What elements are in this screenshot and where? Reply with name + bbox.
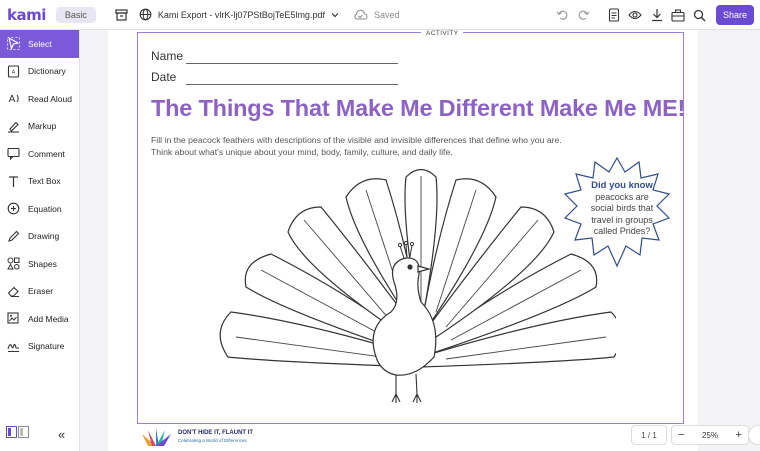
tool-eraser[interactable]: Eraser — [0, 278, 79, 306]
pencil-icon — [6, 229, 20, 243]
redo-icon[interactable] — [575, 7, 591, 23]
kami-logo[interactable]: kami — [7, 6, 46, 24]
fact-heading: Did you know — [591, 180, 653, 191]
zoom-control: − 25% + — [671, 425, 749, 445]
tool-label: Markup — [28, 121, 57, 132]
cursor-icon — [6, 37, 20, 51]
instruction-line-2: Think about what's unique about your min… — [151, 147, 453, 157]
activity-label: ACTIVITY — [421, 30, 464, 37]
archive-icon[interactable] — [114, 7, 130, 23]
document-page: ACTIVITY Name Date The Things That Make … — [108, 30, 698, 451]
brand-footer: DON'T HIDE IT, FLAUNT IT Celebrating a W… — [138, 426, 253, 448]
download-icon[interactable] — [649, 7, 665, 23]
kami-app: kami Basic Kami Export - vlrK-lj07PStBoj… — [0, 0, 760, 451]
tool-add-media[interactable]: Add Media — [0, 305, 79, 333]
zoom-out-button[interactable]: − — [678, 429, 684, 441]
tool-label: Eraser — [28, 286, 54, 297]
signature-icon — [6, 339, 20, 353]
globe-icon[interactable] — [138, 7, 154, 23]
undo-icon[interactable] — [554, 7, 570, 23]
peacock-illustration[interactable] — [216, 162, 616, 412]
collapse-sidebar-icon[interactable]: « — [58, 427, 65, 442]
tool-dictionary[interactable]: A Dictionary — [0, 58, 79, 86]
document-canvas[interactable]: ACTIVITY Name Date The Things That Make … — [80, 30, 760, 451]
tool-label: Signature — [28, 341, 65, 352]
tool-drawing[interactable]: Drawing — [0, 223, 79, 251]
fact-line: travel in groups — [591, 214, 653, 225]
date-label: Date — [151, 70, 177, 84]
zoom-in-button[interactable]: + — [736, 429, 742, 441]
tool-label: Read Aloud — [28, 93, 72, 104]
fact-line: peacocks are — [595, 191, 649, 202]
tool-label: Text Box — [28, 176, 61, 187]
fact-line: called Prides? — [593, 226, 651, 236]
chevron-down-icon[interactable] — [327, 7, 343, 23]
brand-title: DON'T HIDE IT, FLAUNT IT — [178, 430, 254, 436]
text-icon — [6, 174, 20, 188]
tool-equation[interactable]: Equation — [0, 195, 79, 223]
svg-text:A: A — [8, 94, 15, 105]
search-icon[interactable] — [691, 7, 707, 23]
tool-label: Shapes — [28, 258, 57, 269]
plan-badge[interactable]: Basic — [55, 6, 96, 23]
fact-line: social birds that — [590, 203, 654, 213]
tool-label: Drawing — [28, 231, 60, 242]
top-bar: kami Basic Kami Export - vlrK-lj07PStBoj… — [0, 0, 760, 30]
page-heading: The Things That Make Me Different Make M… — [151, 95, 686, 121]
tool-select[interactable]: Select — [0, 30, 79, 58]
tool-shapes[interactable]: Shapes — [0, 250, 79, 278]
tool-label: Add Media — [28, 313, 69, 324]
name-label: Name — [151, 49, 184, 63]
share-button[interactable]: Share — [716, 5, 754, 25]
name-line[interactable] — [186, 63, 398, 64]
fact-text: Did you know peacocks are social birds t… — [581, 180, 663, 238]
dictionary-icon: A — [6, 64, 20, 78]
layout-toggle-icon[interactable] — [6, 425, 30, 443]
equation-icon — [6, 202, 20, 216]
help-button[interactable] — [748, 425, 760, 445]
date-line[interactable] — [186, 84, 398, 85]
tool-read-aloud[interactable]: A Read Aloud — [0, 85, 79, 113]
svg-text:A: A — [11, 69, 15, 75]
tool-signature[interactable]: Signature — [0, 333, 79, 361]
tool-comment[interactable]: Comment — [0, 140, 79, 168]
save-status: Saved — [373, 9, 400, 20]
sidebar-footer: « — [0, 423, 80, 445]
tool-text-box[interactable]: Text Box — [0, 168, 79, 196]
zoom-level[interactable]: 25% — [702, 431, 718, 440]
briefcase-icon[interactable] — [670, 7, 686, 23]
tool-label: Comment — [28, 148, 65, 159]
shapes-icon — [6, 257, 20, 271]
media-icon — [6, 312, 20, 326]
comment-icon — [6, 147, 20, 161]
instruction-line-1: Fill in the peacock feathers with descri… — [151, 135, 562, 145]
tool-sidebar: Select A Dictionary A Read Aloud Markup … — [0, 30, 80, 451]
cloud-check-icon — [353, 7, 369, 23]
document-filename[interactable]: Kami Export - vlrK-lj07PStBojTeE5lmg.pdf — [158, 10, 325, 20]
brand-tagline: Celebrating a World of Differences — [178, 438, 247, 443]
document-icon[interactable] — [606, 7, 622, 23]
read-aloud-icon: A — [6, 92, 20, 106]
tool-label: Dictionary — [28, 66, 66, 77]
page-indicator[interactable]: 1 / 1 — [631, 425, 667, 445]
tool-label: Select — [28, 38, 52, 49]
tool-markup[interactable]: Markup — [0, 113, 79, 141]
brand-logo-icon — [142, 428, 171, 446]
eye-icon[interactable] — [627, 7, 643, 23]
eraser-icon — [6, 284, 20, 298]
tool-label: Equation — [28, 203, 62, 214]
highlighter-icon — [6, 119, 20, 133]
